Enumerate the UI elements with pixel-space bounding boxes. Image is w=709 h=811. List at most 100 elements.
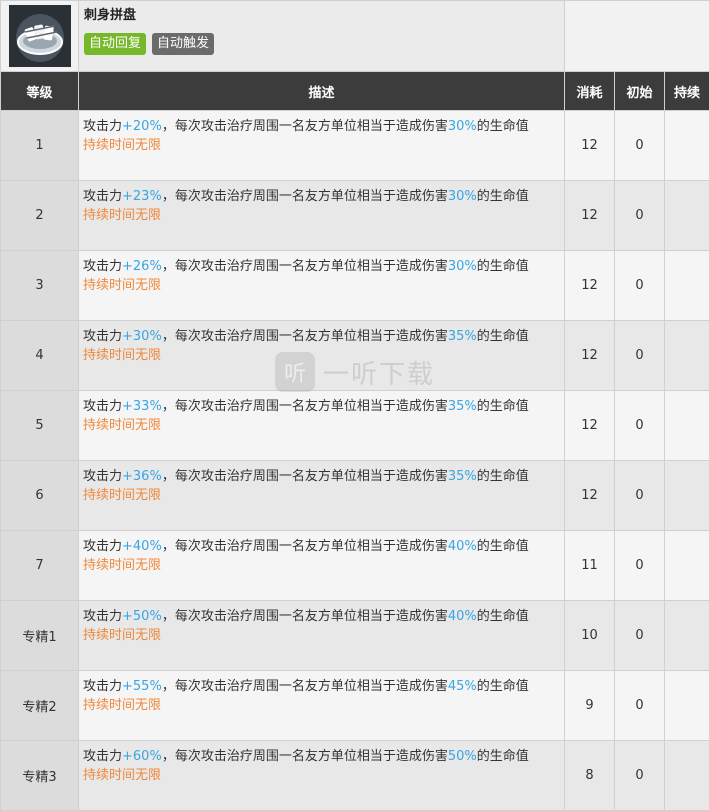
atk-prefix: 攻击力: [83, 399, 122, 414]
level-cell: 4: [1, 321, 79, 391]
hp-suffix: 的生命值: [477, 259, 529, 274]
duration-text: 持续时间无限: [83, 626, 564, 645]
heal-ratio-value: 30%: [448, 189, 477, 204]
cost-cell: 8: [565, 741, 615, 811]
duration-cell: [665, 111, 709, 181]
level-row: 专精3攻击力+60%，每次攻击治疗周围一名友方单位相当于造成伤害50%的生命值持…: [1, 741, 709, 811]
heal-ratio-value: 35%: [448, 469, 477, 484]
initial-cell: 0: [615, 111, 665, 181]
atk-bonus-value: +60%: [122, 749, 162, 764]
description-cell: 攻击力+30%，每次攻击治疗周围一名友方单位相当于造成伤害35%的生命值持续时间…: [79, 321, 565, 391]
duration-cell: [665, 461, 709, 531]
initial-cell: 0: [615, 601, 665, 671]
hp-suffix: 的生命值: [477, 399, 529, 414]
description-cell: 攻击力+40%，每次攻击治疗周围一名友方单位相当于造成伤害40%的生命值持续时间…: [79, 531, 565, 601]
heal-ratio-value: 35%: [448, 329, 477, 344]
skill-name-cell: 刺身拼盘 自动回复 自动触发: [79, 1, 565, 72]
hp-suffix: 的生命值: [477, 189, 529, 204]
duration-cell: [665, 741, 709, 811]
duration-text: 持续时间无限: [83, 136, 564, 155]
level-cell: 5: [1, 391, 79, 461]
description-cell: 攻击力+50%，每次攻击治疗周围一名友方单位相当于造成伤害40%的生命值持续时间…: [79, 601, 565, 671]
cost-cell: 11: [565, 531, 615, 601]
level-cell: 7: [1, 531, 79, 601]
duration-cell: [665, 531, 709, 601]
atk-bonus-value: +40%: [122, 539, 162, 554]
duration-text: 持续时间无限: [83, 416, 564, 435]
heal-text: ，每次攻击治疗周围一名友方单位相当于造成伤害: [162, 119, 448, 134]
hp-suffix: 的生命值: [477, 679, 529, 694]
level-row: 2攻击力+23%，每次攻击治疗周围一名友方单位相当于造成伤害30%的生命值持续时…: [1, 181, 709, 251]
hp-suffix: 的生命值: [477, 749, 529, 764]
duration-text: 持续时间无限: [83, 206, 564, 225]
heal-text: ，每次攻击治疗周围一名友方单位相当于造成伤害: [162, 469, 448, 484]
duration-text: 持续时间无限: [83, 766, 564, 785]
heal-text: ，每次攻击治疗周围一名友方单位相当于造成伤害: [162, 399, 448, 414]
effect-line: 攻击力+40%，每次攻击治疗周围一名友方单位相当于造成伤害40%的生命值: [83, 537, 564, 556]
cost-cell: 9: [565, 671, 615, 741]
initial-cell: 0: [615, 531, 665, 601]
atk-bonus-value: +30%: [122, 329, 162, 344]
skill-table: 刺身拼盘 自动回复 自动触发 等级 描述 消耗 初始 持续 1攻击力+20%，每…: [0, 0, 709, 811]
column-header-row: 等级 描述 消耗 初始 持续: [1, 72, 709, 111]
description-cell: 攻击力+26%，每次攻击治疗周围一名友方单位相当于造成伤害30%的生命值持续时间…: [79, 251, 565, 321]
duration-text: 持续时间无限: [83, 696, 564, 715]
effect-line: 攻击力+33%，每次攻击治疗周围一名友方单位相当于造成伤害35%的生命值: [83, 397, 564, 416]
cost-cell: 12: [565, 251, 615, 321]
heal-text: ，每次攻击治疗周围一名友方单位相当于造成伤害: [162, 189, 448, 204]
hp-suffix: 的生命值: [477, 539, 529, 554]
duration-text: 持续时间无限: [83, 276, 564, 295]
atk-prefix: 攻击力: [83, 679, 122, 694]
atk-prefix: 攻击力: [83, 329, 122, 344]
initial-cell: 0: [615, 461, 665, 531]
skill-tags: 自动回复 自动触发: [84, 33, 564, 55]
duration-text: 持续时间无限: [83, 556, 564, 575]
duration-cell: [665, 391, 709, 461]
description-cell: 攻击力+36%，每次攻击治疗周围一名友方单位相当于造成伤害35%的生命值持续时间…: [79, 461, 565, 531]
effect-line: 攻击力+20%，每次攻击治疗周围一名友方单位相当于造成伤害30%的生命值: [83, 117, 564, 136]
atk-prefix: 攻击力: [83, 189, 122, 204]
initial-cell: 0: [615, 391, 665, 461]
cost-cell: 12: [565, 321, 615, 391]
level-row: 5攻击力+33%，每次攻击治疗周围一名友方单位相当于造成伤害35%的生命值持续时…: [1, 391, 709, 461]
col-header-cost: 消耗: [565, 72, 615, 111]
level-row: 专精2攻击力+55%，每次攻击治疗周围一名友方单位相当于造成伤害45%的生命值持…: [1, 671, 709, 741]
description-cell: 攻击力+60%，每次攻击治疗周围一名友方单位相当于造成伤害50%的生命值持续时间…: [79, 741, 565, 811]
level-cell: 专精1: [1, 601, 79, 671]
atk-prefix: 攻击力: [83, 259, 122, 274]
cost-cell: 10: [565, 601, 615, 671]
initial-cell: 0: [615, 321, 665, 391]
cost-cell: 12: [565, 391, 615, 461]
level-cell: 2: [1, 181, 79, 251]
level-cell: 专精2: [1, 671, 79, 741]
level-row: 1攻击力+20%，每次攻击治疗周围一名友方单位相当于造成伤害30%的生命值持续时…: [1, 111, 709, 181]
atk-prefix: 攻击力: [83, 609, 122, 624]
atk-bonus-value: +55%: [122, 679, 162, 694]
col-header-description: 描述: [79, 72, 565, 111]
level-row: 6攻击力+36%，每次攻击治疗周围一名友方单位相当于造成伤害35%的生命值持续时…: [1, 461, 709, 531]
description-cell: 攻击力+55%，每次攻击治疗周围一名友方单位相当于造成伤害45%的生命值持续时间…: [79, 671, 565, 741]
initial-cell: 0: [615, 181, 665, 251]
level-cell: 6: [1, 461, 79, 531]
sashimi-platter-icon: [9, 5, 71, 67]
level-rows: 1攻击力+20%，每次攻击治疗周围一名友方单位相当于造成伤害30%的生命值持续时…: [1, 111, 709, 811]
level-row: 3攻击力+26%，每次攻击治疗周围一名友方单位相当于造成伤害30%的生命值持续时…: [1, 251, 709, 321]
description-cell: 攻击力+23%，每次攻击治疗周围一名友方单位相当于造成伤害30%的生命值持续时间…: [79, 181, 565, 251]
duration-cell: [665, 601, 709, 671]
effect-line: 攻击力+23%，每次攻击治疗周围一名友方单位相当于造成伤害30%的生命值: [83, 187, 564, 206]
duration-cell: [665, 181, 709, 251]
atk-prefix: 攻击力: [83, 469, 122, 484]
heal-text: ，每次攻击治疗周围一名友方单位相当于造成伤害: [162, 679, 448, 694]
col-header-duration: 持续: [665, 72, 709, 111]
skill-header-row: 刺身拼盘 自动回复 自动触发: [1, 1, 709, 72]
heal-ratio-value: 50%: [448, 749, 477, 764]
heal-ratio-value: 40%: [448, 539, 477, 554]
heal-ratio-value: 45%: [448, 679, 477, 694]
duration-text: 持续时间无限: [83, 346, 564, 365]
recovery-type-tag: 自动回复: [84, 33, 146, 55]
duration-cell: [665, 251, 709, 321]
heal-text: ，每次攻击治疗周围一名友方单位相当于造成伤害: [162, 259, 448, 274]
initial-cell: 0: [615, 671, 665, 741]
heal-ratio-value: 35%: [448, 399, 477, 414]
level-row: 4攻击力+30%，每次攻击治疗周围一名友方单位相当于造成伤害35%的生命值持续时…: [1, 321, 709, 391]
